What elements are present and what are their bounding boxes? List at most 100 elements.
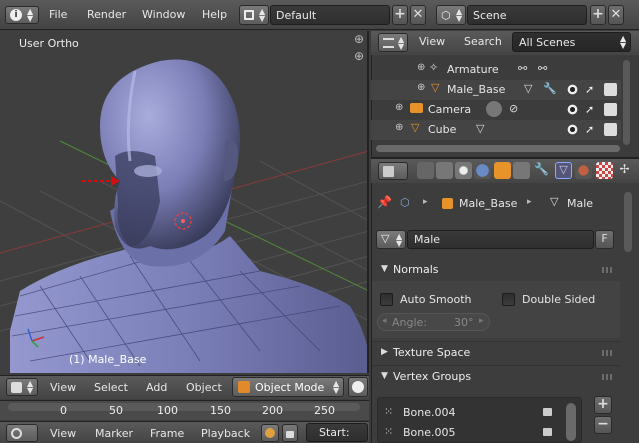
menu-render[interactable]: Render bbox=[87, 8, 126, 21]
mode-dropdown[interactable]: Object Mode ▲ ▼ bbox=[232, 377, 344, 397]
editor-type-3d-button[interactable]: ▲ ▼ bbox=[6, 378, 38, 396]
cursor-icon[interactable]: ➚ bbox=[585, 83, 598, 96]
camera-render-icon[interactable] bbox=[604, 123, 617, 136]
menu-add[interactable]: Add bbox=[146, 381, 167, 394]
mesh-icon: ▽ bbox=[381, 232, 390, 245]
material-tab-icon[interactable] bbox=[575, 162, 592, 179]
outliner-icon bbox=[383, 38, 394, 48]
3d-viewport[interactable]: User Ortho (1) Male_Base ⊕ ⊕ bbox=[0, 31, 369, 373]
vertex-groups-panel-header[interactable]: ▼ Vertex Groups bbox=[372, 365, 620, 387]
timeline-menu-frame[interactable]: Frame bbox=[150, 427, 184, 440]
render-tab-icon[interactable] bbox=[417, 162, 434, 179]
vertex-groups-scrollbar[interactable] bbox=[566, 403, 576, 441]
delete-scene-button[interactable]: ✕ bbox=[608, 5, 624, 25]
timeline-menu-marker[interactable]: Marker bbox=[95, 427, 133, 440]
outliner-row-cube[interactable]: ⊕ ▽ Cube ▽ ➚ bbox=[371, 120, 621, 140]
angle-right-arrow-icon: ▸ bbox=[479, 316, 484, 326]
list-item[interactable]: ⁙ Bone.004 bbox=[381, 405, 561, 421]
texture-tab-icon[interactable] bbox=[596, 162, 613, 179]
viewport-scene bbox=[0, 59, 367, 373]
remove-vertex-group-button[interactable]: − bbox=[594, 416, 612, 434]
corner-plus-icon[interactable]: ⊕ bbox=[354, 49, 364, 63]
outliner-menu-search[interactable]: Search bbox=[464, 35, 502, 48]
menu-file[interactable]: File bbox=[49, 8, 67, 21]
object-tab-icon[interactable] bbox=[494, 162, 511, 179]
layout-grid-icon bbox=[244, 10, 254, 20]
outliner-row-male-base[interactable]: ⊕ ▽ Male_Base ▽ 🔧 ➚ bbox=[371, 80, 621, 100]
menu-window[interactable]: Window bbox=[142, 8, 185, 21]
mesh-data-tab-icon[interactable]: ▽ bbox=[555, 162, 572, 179]
eye-icon[interactable] bbox=[566, 123, 579, 136]
outliner-menu-view[interactable]: View bbox=[419, 35, 445, 48]
eye-icon[interactable] bbox=[566, 103, 579, 116]
timeline-menu-playback[interactable]: Playback bbox=[201, 427, 250, 440]
keying-button[interactable] bbox=[261, 424, 279, 442]
camera-render-icon[interactable] bbox=[604, 83, 617, 96]
auto-smooth-checkbox[interactable] bbox=[380, 293, 393, 306]
cursor-icon[interactable]: ➚ bbox=[585, 123, 598, 136]
lock-button[interactable] bbox=[282, 424, 298, 442]
outliner-h-scrollbar[interactable] bbox=[376, 145, 620, 152]
outliner-row-camera[interactable]: ⊕ Camera ⊘ ➚ bbox=[371, 100, 621, 120]
double-sided-checkbox[interactable] bbox=[502, 293, 515, 306]
scene-browse[interactable]: ⬡ ▲ ▼ bbox=[436, 5, 466, 25]
menu-view[interactable]: View bbox=[50, 381, 76, 394]
expand-plus-icon[interactable]: ⊕ bbox=[417, 82, 425, 93]
updown-arrow-icon: ▲ ▼ bbox=[396, 232, 403, 248]
scene-tab-icon[interactable] bbox=[455, 162, 472, 179]
render-layers-tab-icon[interactable] bbox=[436, 162, 453, 179]
modifiers-tab-icon[interactable]: 🔧 bbox=[533, 162, 550, 179]
constraints-tab-icon[interactable] bbox=[513, 162, 530, 179]
cursor-icon[interactable]: ➚ bbox=[585, 103, 598, 116]
shading-button[interactable] bbox=[348, 377, 368, 397]
tick-250: 250 bbox=[314, 404, 335, 417]
start-frame-field[interactable]: Start: bbox=[306, 423, 368, 442]
normals-panel-header[interactable]: ▼ Normals bbox=[372, 259, 620, 281]
vertex-group-icon: ⁙ bbox=[384, 425, 394, 438]
timeline-menu-view[interactable]: View bbox=[50, 427, 76, 440]
editor-type-properties-button[interactable] bbox=[378, 162, 408, 180]
lock-icon[interactable] bbox=[543, 428, 552, 436]
expand-plus-icon[interactable]: ⊕ bbox=[395, 102, 403, 113]
mesh-datablock-browse[interactable]: ▽ ▲ ▼ bbox=[376, 230, 406, 249]
menu-help[interactable]: Help bbox=[202, 8, 227, 21]
editor-type-button[interactable]: i ▲ ▼ bbox=[5, 6, 39, 24]
add-vertex-group-button[interactable]: + bbox=[594, 396, 612, 414]
delete-screen-button[interactable]: ✕ bbox=[410, 5, 426, 25]
mesh-triangle-icon: ▽ bbox=[411, 121, 420, 134]
add-screen-button[interactable]: + bbox=[392, 5, 408, 25]
corner-plus-icon[interactable]: ⊕ bbox=[354, 32, 364, 46]
outliner-row-armature[interactable]: ⊕ ✧ Armature ⚯ ⚯ bbox=[371, 60, 621, 80]
scene-icon: ⬡ bbox=[441, 9, 451, 22]
outliner-v-scrollbar[interactable] bbox=[623, 60, 630, 145]
panel-grip-icon[interactable] bbox=[602, 350, 614, 356]
outliner-filter-dropdown[interactable]: All Scenes ▲ ▼ bbox=[512, 32, 631, 52]
expand-plus-icon[interactable]: ⊕ bbox=[395, 122, 403, 133]
eye-icon[interactable] bbox=[566, 83, 579, 96]
screen-layout-name[interactable]: Default bbox=[270, 5, 390, 25]
screen-layout-browse[interactable]: ▲ ▼ bbox=[239, 5, 269, 25]
menu-object[interactable]: Object bbox=[186, 381, 222, 394]
pin-icon[interactable]: 📌 bbox=[377, 195, 392, 209]
menu-select[interactable]: Select bbox=[94, 381, 128, 394]
panel-grip-icon[interactable] bbox=[602, 267, 614, 273]
panel-grip-icon[interactable] bbox=[602, 374, 614, 380]
timeline-ruler[interactable]: 0 50 100 150 200 250 bbox=[0, 400, 369, 420]
mesh-name-field[interactable]: Male bbox=[407, 230, 594, 249]
angle-left-arrow-icon: ◂ bbox=[382, 316, 387, 326]
physics-tab-icon[interactable]: ✢ bbox=[616, 162, 633, 179]
camera-render-icon[interactable] bbox=[604, 103, 617, 116]
list-item[interactable]: ⁙ Bone.005 bbox=[381, 425, 561, 441]
lock-icon[interactable] bbox=[543, 408, 552, 416]
expand-plus-icon[interactable]: ⊕ bbox=[417, 62, 425, 73]
cube-icon bbox=[11, 382, 22, 393]
world-tab-icon[interactable] bbox=[474, 162, 491, 179]
fake-user-button[interactable]: F bbox=[595, 230, 614, 249]
scene-name[interactable]: Scene bbox=[467, 5, 587, 25]
editor-type-outliner-button[interactable]: ▲ ▼ bbox=[378, 33, 408, 52]
editor-type-timeline-button[interactable] bbox=[6, 424, 38, 442]
texture-space-panel-header[interactable]: ▶ Texture Space bbox=[372, 341, 620, 363]
properties-v-scrollbar[interactable] bbox=[624, 192, 632, 252]
updown-arrow-icon: ▲ ▼ bbox=[27, 379, 34, 395]
add-scene-button[interactable]: + bbox=[590, 5, 606, 25]
